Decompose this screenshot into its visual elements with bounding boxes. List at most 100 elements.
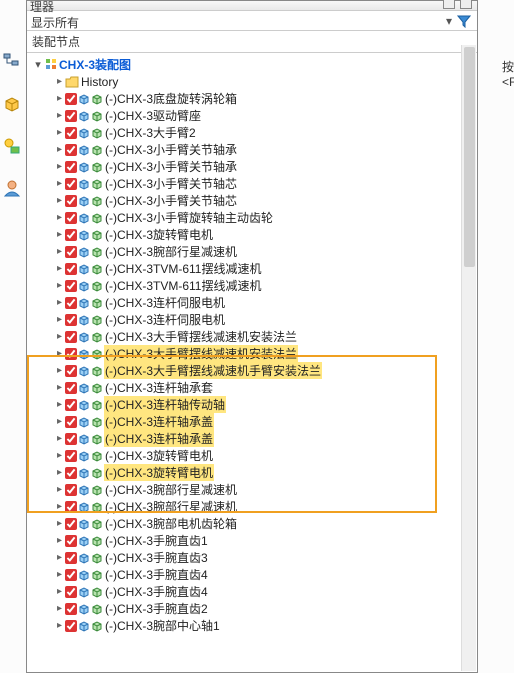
sun-tool-icon[interactable]	[2, 136, 22, 156]
expand-icon[interactable]: ▸	[55, 230, 64, 240]
expand-icon[interactable]: ▸	[55, 536, 64, 546]
tree-row[interactable]: ▸(-)CHX-3旋转臂电机	[33, 447, 477, 464]
tree-row[interactable]: ▸(-)CHX-3腕部行星减速机	[33, 481, 477, 498]
expand-icon[interactable]: ▸	[55, 621, 64, 631]
tree-row[interactable]: ▸(-)CHX-3大手臂2	[33, 124, 477, 141]
visibility-checkbox[interactable]	[65, 552, 77, 564]
tree-row[interactable]: ▸(-)CHX-3连杆轴承盖	[33, 430, 477, 447]
visibility-checkbox[interactable]	[65, 229, 77, 241]
tree-row[interactable]: ▸(-)CHX-3底盘旋转涡轮箱	[33, 90, 477, 107]
tree-row[interactable]: ▸(-)CHX-3连杆伺服电机	[33, 311, 477, 328]
dropdown-caret-icon[interactable]: ▾	[441, 14, 457, 28]
visibility-checkbox[interactable]	[65, 450, 77, 462]
expand-icon[interactable]: ▸	[55, 349, 64, 359]
visibility-checkbox[interactable]	[65, 382, 77, 394]
expand-icon[interactable]: ▸	[55, 145, 64, 155]
visibility-checkbox[interactable]	[65, 331, 77, 343]
visibility-checkbox[interactable]	[65, 518, 77, 530]
expand-icon[interactable]: ▸	[55, 485, 64, 495]
expand-icon[interactable]: ▸	[55, 213, 64, 223]
visibility-checkbox[interactable]	[65, 569, 77, 581]
tree-row[interactable]: ▸(-)CHX-3手腕直齿3	[33, 549, 477, 566]
expand-icon[interactable]: ▸	[55, 553, 64, 563]
tree-row[interactable]: ▸(-)CHX-3旋转臂电机	[33, 464, 477, 481]
tree-row[interactable]: ▸(-)CHX-3旋转臂电机	[33, 226, 477, 243]
visibility-checkbox[interactable]	[65, 144, 77, 156]
history-row[interactable]: ▸ History	[33, 73, 477, 90]
visibility-checkbox[interactable]	[65, 127, 77, 139]
expand-icon[interactable]: ▸	[55, 111, 64, 121]
visibility-checkbox[interactable]	[65, 620, 77, 632]
tree-row[interactable]: ▸(-)CHX-3腕部中心轴1	[33, 617, 477, 634]
expand-icon[interactable]: ▸	[55, 196, 64, 206]
tree-row[interactable]: ▸(-)CHX-3连杆轴传动轴	[33, 396, 477, 413]
tree-tool-icon[interactable]	[2, 52, 22, 72]
tree-row[interactable]: ▸(-)CHX-3小手臂关节轴芯	[33, 192, 477, 209]
expand-icon[interactable]: ▸	[55, 315, 64, 325]
user-tool-icon[interactable]	[2, 178, 22, 198]
tree-row[interactable]: ▸(-)CHX-3小手臂旋转轴主动齿轮	[33, 209, 477, 226]
expand-icon[interactable]: ▸	[55, 128, 64, 138]
expand-icon[interactable]: ▸	[55, 417, 64, 427]
tree-row[interactable]: ▸(-)CHX-3大手臂摆线减速机安装法兰	[33, 345, 477, 362]
tree-row[interactable]: ▸(-)CHX-3手腕直齿4	[33, 566, 477, 583]
filter-funnel-icon[interactable]	[457, 14, 477, 28]
expand-icon[interactable]: ▸	[55, 366, 64, 376]
box-tool-icon[interactable]	[2, 94, 22, 114]
expand-icon[interactable]: ▸	[55, 94, 64, 104]
expand-icon[interactable]: ▸	[55, 587, 64, 597]
visibility-checkbox[interactable]	[65, 110, 77, 122]
tree-row[interactable]: ▸(-)CHX-3驱动臂座	[33, 107, 477, 124]
expand-icon[interactable]: ▸	[55, 383, 64, 393]
tree-row[interactable]: ▸(-)CHX-3小手臂关节轴承	[33, 158, 477, 175]
visibility-checkbox[interactable]	[65, 195, 77, 207]
expand-icon[interactable]: ▸	[55, 264, 64, 274]
tree-row[interactable]: ▸(-)CHX-3小手臂关节轴承	[33, 141, 477, 158]
visibility-checkbox[interactable]	[65, 484, 77, 496]
visibility-checkbox[interactable]	[65, 246, 77, 258]
tree-row[interactable]: ▸(-)CHX-3TVM-611摆线减速机	[33, 277, 477, 294]
tree-row[interactable]: ▸(-)CHX-3腕部行星减速机	[33, 243, 477, 260]
tree-view[interactable]: ▾ CHX-3装配图 ▸ History ▸(-)CHX-3底盘旋转涡轮箱▸(-…	[27, 53, 477, 672]
tree-row[interactable]: ▸(-)CHX-3连杆轴承套	[33, 379, 477, 396]
expand-icon[interactable]: ▸	[55, 281, 64, 291]
expand-icon[interactable]: ▸	[55, 451, 64, 461]
column-header[interactable]: 装配节点	[27, 31, 477, 53]
collapse-icon[interactable]: ▾	[33, 58, 43, 71]
visibility-checkbox[interactable]	[65, 297, 77, 309]
tree-row[interactable]: ▸(-)CHX-3大手臂摆线减速机安装法兰	[33, 328, 477, 345]
tree-row[interactable]: ▸(-)CHX-3手腕直齿4	[33, 583, 477, 600]
visibility-checkbox[interactable]	[65, 603, 77, 615]
tree-root[interactable]: ▾ CHX-3装配图	[33, 55, 477, 73]
visibility-checkbox[interactable]	[65, 178, 77, 190]
visibility-checkbox[interactable]	[65, 280, 77, 292]
expand-icon[interactable]: ▸	[55, 179, 64, 189]
expand-icon[interactable]: ▸	[55, 298, 64, 308]
tree-row[interactable]: ▸(-)CHX-3TVM-611摆线减速机	[33, 260, 477, 277]
vertical-scrollbar[interactable]	[461, 45, 476, 671]
visibility-checkbox[interactable]	[65, 416, 77, 428]
visibility-checkbox[interactable]	[65, 212, 77, 224]
visibility-checkbox[interactable]	[65, 433, 77, 445]
visibility-checkbox[interactable]	[65, 348, 77, 360]
visibility-checkbox[interactable]	[65, 365, 77, 377]
visibility-checkbox[interactable]	[65, 314, 77, 326]
visibility-checkbox[interactable]	[65, 161, 77, 173]
panel-dropdown-icon[interactable]	[443, 0, 455, 9]
expand-icon[interactable]: ▸	[55, 468, 64, 478]
expand-icon[interactable]: ▸	[55, 77, 64, 87]
tree-row[interactable]: ▸(-)CHX-3连杆伺服电机	[33, 294, 477, 311]
visibility-checkbox[interactable]	[65, 535, 77, 547]
tree-row[interactable]: ▸(-)CHX-3手腕直齿2	[33, 600, 477, 617]
expand-icon[interactable]: ▸	[55, 502, 64, 512]
expand-icon[interactable]: ▸	[55, 604, 64, 614]
expand-icon[interactable]: ▸	[55, 570, 64, 580]
expand-icon[interactable]: ▸	[55, 247, 64, 257]
tree-row[interactable]: ▸(-)CHX-3腕部电机齿轮箱	[33, 515, 477, 532]
expand-icon[interactable]: ▸	[55, 162, 64, 172]
tree-row[interactable]: ▸(-)CHX-3连杆轴承盖	[33, 413, 477, 430]
visibility-checkbox[interactable]	[65, 586, 77, 598]
tree-row[interactable]: ▸(-)CHX-3大手臂摆线减速机手臂安装法兰	[33, 362, 477, 379]
visibility-checkbox[interactable]	[65, 467, 77, 479]
visibility-checkbox[interactable]	[65, 93, 77, 105]
